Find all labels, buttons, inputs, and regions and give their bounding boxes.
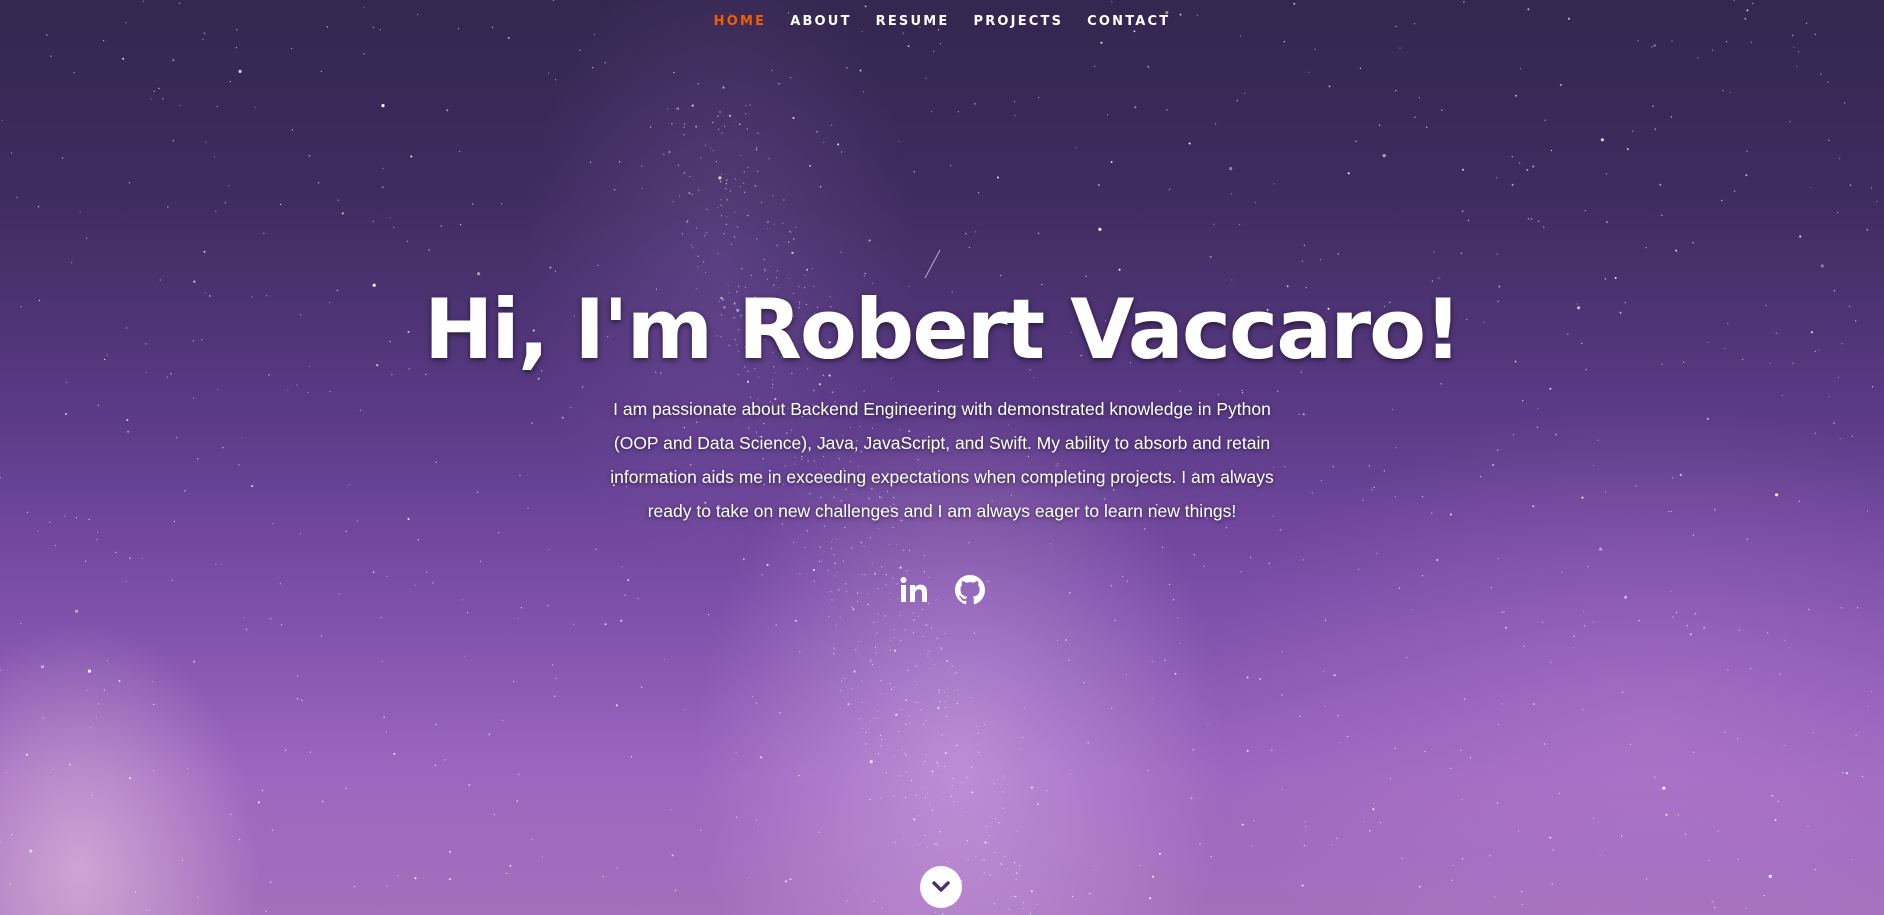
linkedin-link[interactable] (897, 573, 931, 607)
scroll-down-button[interactable] (920, 866, 962, 908)
hero-section: Hi, I'm Robert Vaccaro! I am passionate … (0, 270, 1884, 528)
main-nav: HOME ABOUT RESUME PROJECTS CONTACT (0, 13, 1884, 31)
nav-about-link[interactable]: ABOUT (778, 13, 863, 31)
chevron-down-icon (932, 881, 950, 892)
github-icon (955, 575, 985, 605)
hero-title: Hi, I'm Robert Vaccaro! (423, 281, 1462, 378)
nav-resume-link[interactable]: RESUME (864, 13, 962, 31)
github-link[interactable] (953, 573, 987, 607)
nav-home-link[interactable]: HOME (702, 13, 779, 31)
nav-projects-link[interactable]: PROJECTS (961, 13, 1075, 31)
social-links (0, 573, 1884, 607)
hero-description: I am passionate about Backend Engineerin… (610, 399, 1274, 521)
linkedin-icon (900, 577, 927, 602)
nav-contact-link[interactable]: CONTACT (1075, 13, 1182, 31)
